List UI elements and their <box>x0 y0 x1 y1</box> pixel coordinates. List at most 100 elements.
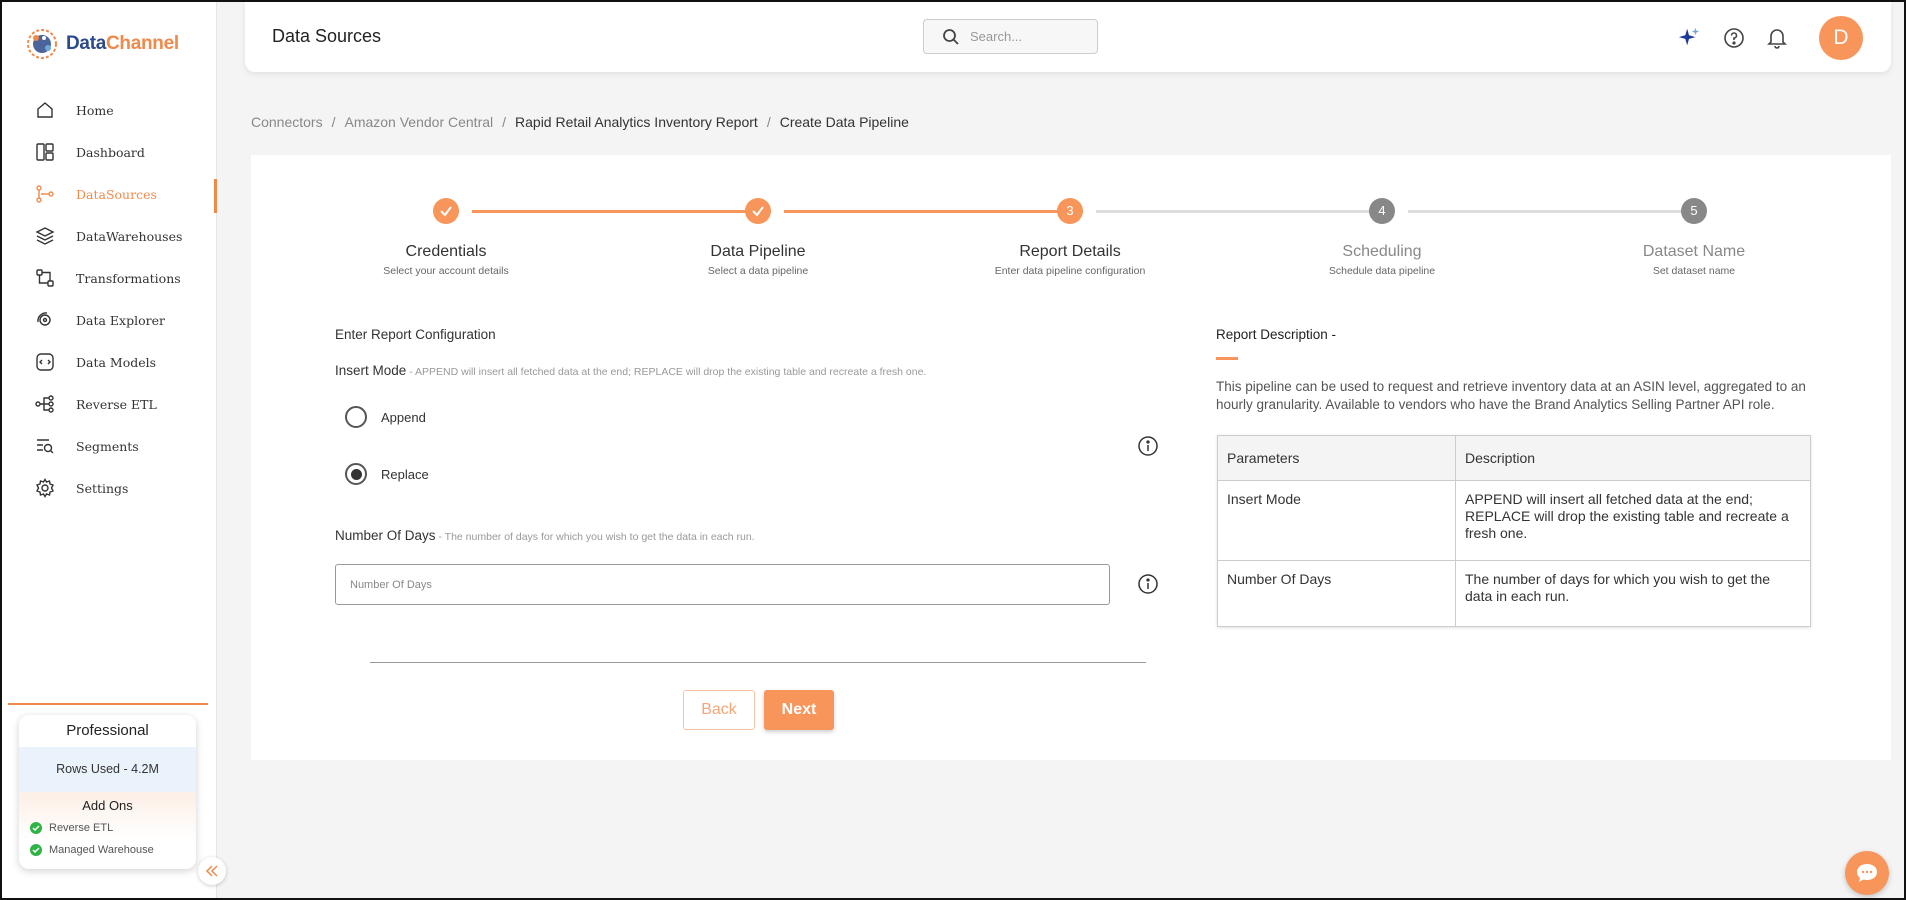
radio-replace[interactable]: Replace <box>345 463 429 485</box>
logo-text-data: Data <box>66 33 106 54</box>
sidebar-item-settings[interactable]: Settings <box>2 467 217 509</box>
help-icon[interactable] <box>1722 26 1746 50</box>
step-4-label: Scheduling <box>1342 243 1422 260</box>
radio-circle-checked[interactable] <box>345 463 367 485</box>
sidebar-item-label: Segments <box>76 438 139 454</box>
breadcrumb-separator: / <box>502 114 507 130</box>
main-panel: Credentials Select your account details … <box>251 155 1891 760</box>
info-icon[interactable] <box>1137 573 1159 595</box>
insert-mode-label: Insert Mode - APPEND will insert all fet… <box>335 363 926 378</box>
gear-icon <box>34 477 56 499</box>
step-5-label: Dataset Name <box>1642 243 1746 260</box>
radio-label: Append <box>381 409 426 425</box>
sidebar-item-datawarehouses[interactable]: DataWarehouses <box>2 215 217 257</box>
search-box[interactable] <box>923 19 1098 54</box>
table-header: Description <box>1455 435 1811 481</box>
step-connector-todo <box>1096 210 1383 213</box>
step-3-label: Report Details <box>1019 243 1121 260</box>
addons-title: Add Ons <box>82 798 133 813</box>
step-connector-todo <box>1408 210 1695 213</box>
breadcrumb: Connectors / Amazon Vendor Central / Rap… <box>251 114 909 130</box>
datasources-icon <box>34 183 56 205</box>
table-header: Parameters <box>1217 435 1456 481</box>
sidebar-divider <box>8 703 208 705</box>
search-icon <box>943 28 959 45</box>
bell-icon[interactable] <box>1765 26 1789 50</box>
step-2-check-icon <box>745 198 771 224</box>
chat-support-button[interactable] <box>1845 851 1889 895</box>
sidebar: DataChannel Home Dashboard DataSources D… <box>2 2 217 898</box>
search-input[interactable] <box>970 29 1080 44</box>
step-4-number: 4 <box>1369 198 1395 224</box>
report-description-title: Report Description - <box>1216 327 1337 342</box>
page-title: Data Sources <box>272 26 382 46</box>
check-icon <box>30 844 42 856</box>
table-cell: Number Of Days <box>1217 560 1456 627</box>
sidebar-item-label: Transformations <box>76 270 181 286</box>
breadcrumb-amazon-vendor-central[interactable]: Amazon Vendor Central <box>344 114 493 130</box>
radio-append[interactable]: Append <box>345 406 426 428</box>
step-2-sub: Select a data pipeline <box>707 265 809 277</box>
days-label-text: Number Of Days <box>335 528 436 543</box>
sidebar-item-transformations[interactable]: Transformations <box>2 257 217 299</box>
sidebar-item-data-models[interactable]: Data Models <box>2 341 217 383</box>
radio-circle-unchecked[interactable] <box>345 406 367 428</box>
sidebar-item-label: DataWarehouses <box>76 228 183 244</box>
top-header: Data Sources D <box>245 2 1891 72</box>
layers-icon <box>34 225 56 247</box>
step-1-sub: Select your account details <box>383 265 509 277</box>
step-3-sub: Enter data pipeline configuration <box>994 265 1146 277</box>
logo[interactable]: DataChannel <box>24 26 179 62</box>
addons-section: Add Ons Reverse ETL Managed Warehouse <box>19 792 196 861</box>
table-cell: APPEND will insert all fetched data at t… <box>1455 480 1811 561</box>
breadcrumb-connectors[interactable]: Connectors <box>251 114 323 130</box>
sidebar-item-data-explorer[interactable]: Data Explorer <box>2 299 217 341</box>
number-of-days-input[interactable] <box>335 564 1110 605</box>
explorer-icon <box>34 309 56 331</box>
rows-used: Rows Used - 4.2M <box>19 747 196 792</box>
sidebar-item-label: Data Models <box>76 354 157 370</box>
step-5-sub: Set dataset name <box>1652 265 1736 277</box>
table-cell: The number of days for which you wish to… <box>1455 560 1811 627</box>
avatar[interactable]: D <box>1819 16 1863 60</box>
collapse-sidebar-button[interactable] <box>198 857 226 885</box>
step-5-number: 5 <box>1681 198 1707 224</box>
insert-mode-label-text: Insert Mode <box>335 363 407 378</box>
next-button[interactable]: Next <box>764 690 834 730</box>
form-title: Enter Report Configuration <box>335 327 496 342</box>
step-2-label: Data Pipeline <box>710 243 806 260</box>
sidebar-item-label: DataSources <box>76 186 157 202</box>
form-divider <box>370 662 1146 663</box>
sidebar-item-home[interactable]: Home <box>2 89 217 131</box>
logo-text-channel: Channel <box>105 33 179 54</box>
home-icon <box>34 99 56 121</box>
step-1-check-icon <box>433 198 459 224</box>
step-connector-done <box>784 210 1071 213</box>
back-button[interactable]: Back <box>683 690 755 730</box>
table-row: Insert Mode APPEND will insert all fetch… <box>1217 480 1811 561</box>
segments-icon <box>34 435 56 457</box>
days-label: Number Of Days - The number of days for … <box>335 528 755 543</box>
breadcrumb-report[interactable]: Rapid Retail Analytics Inventory Report <box>515 114 758 130</box>
sidebar-item-label: Reverse ETL <box>76 396 157 412</box>
addon-label: Reverse ETL <box>49 822 114 834</box>
radio-label: Replace <box>381 466 429 482</box>
parameters-table: Parameters Description Insert Mode APPEN… <box>1217 435 1811 627</box>
sidebar-nav: Home Dashboard DataSources DataWarehouse… <box>2 89 217 509</box>
addon-item: Managed Warehouse <box>19 839 196 861</box>
sidebar-item-label: Settings <box>76 480 129 496</box>
sidebar-item-datasources[interactable]: DataSources <box>2 173 217 215</box>
sidebar-item-segments[interactable]: Segments <box>2 425 217 467</box>
double-chevron-left-icon <box>205 865 218 877</box>
report-description-accent <box>1216 357 1238 360</box>
step-4-sub: Schedule data pipeline <box>1328 265 1436 277</box>
insert-mode-hint: - APPEND will insert all fetched data at… <box>406 366 927 378</box>
reverse-etl-icon <box>34 393 56 415</box>
logo-mark-icon <box>27 29 57 59</box>
sidebar-item-reverse-etl[interactable]: Reverse ETL <box>2 383 217 425</box>
sidebar-item-dashboard[interactable]: Dashboard <box>2 131 217 173</box>
sparkle-icon[interactable] <box>1677 26 1701 50</box>
breadcrumb-separator: / <box>766 114 771 130</box>
report-description-text: This pipeline can be used to request and… <box>1216 379 1806 412</box>
info-icon[interactable] <box>1137 435 1159 457</box>
